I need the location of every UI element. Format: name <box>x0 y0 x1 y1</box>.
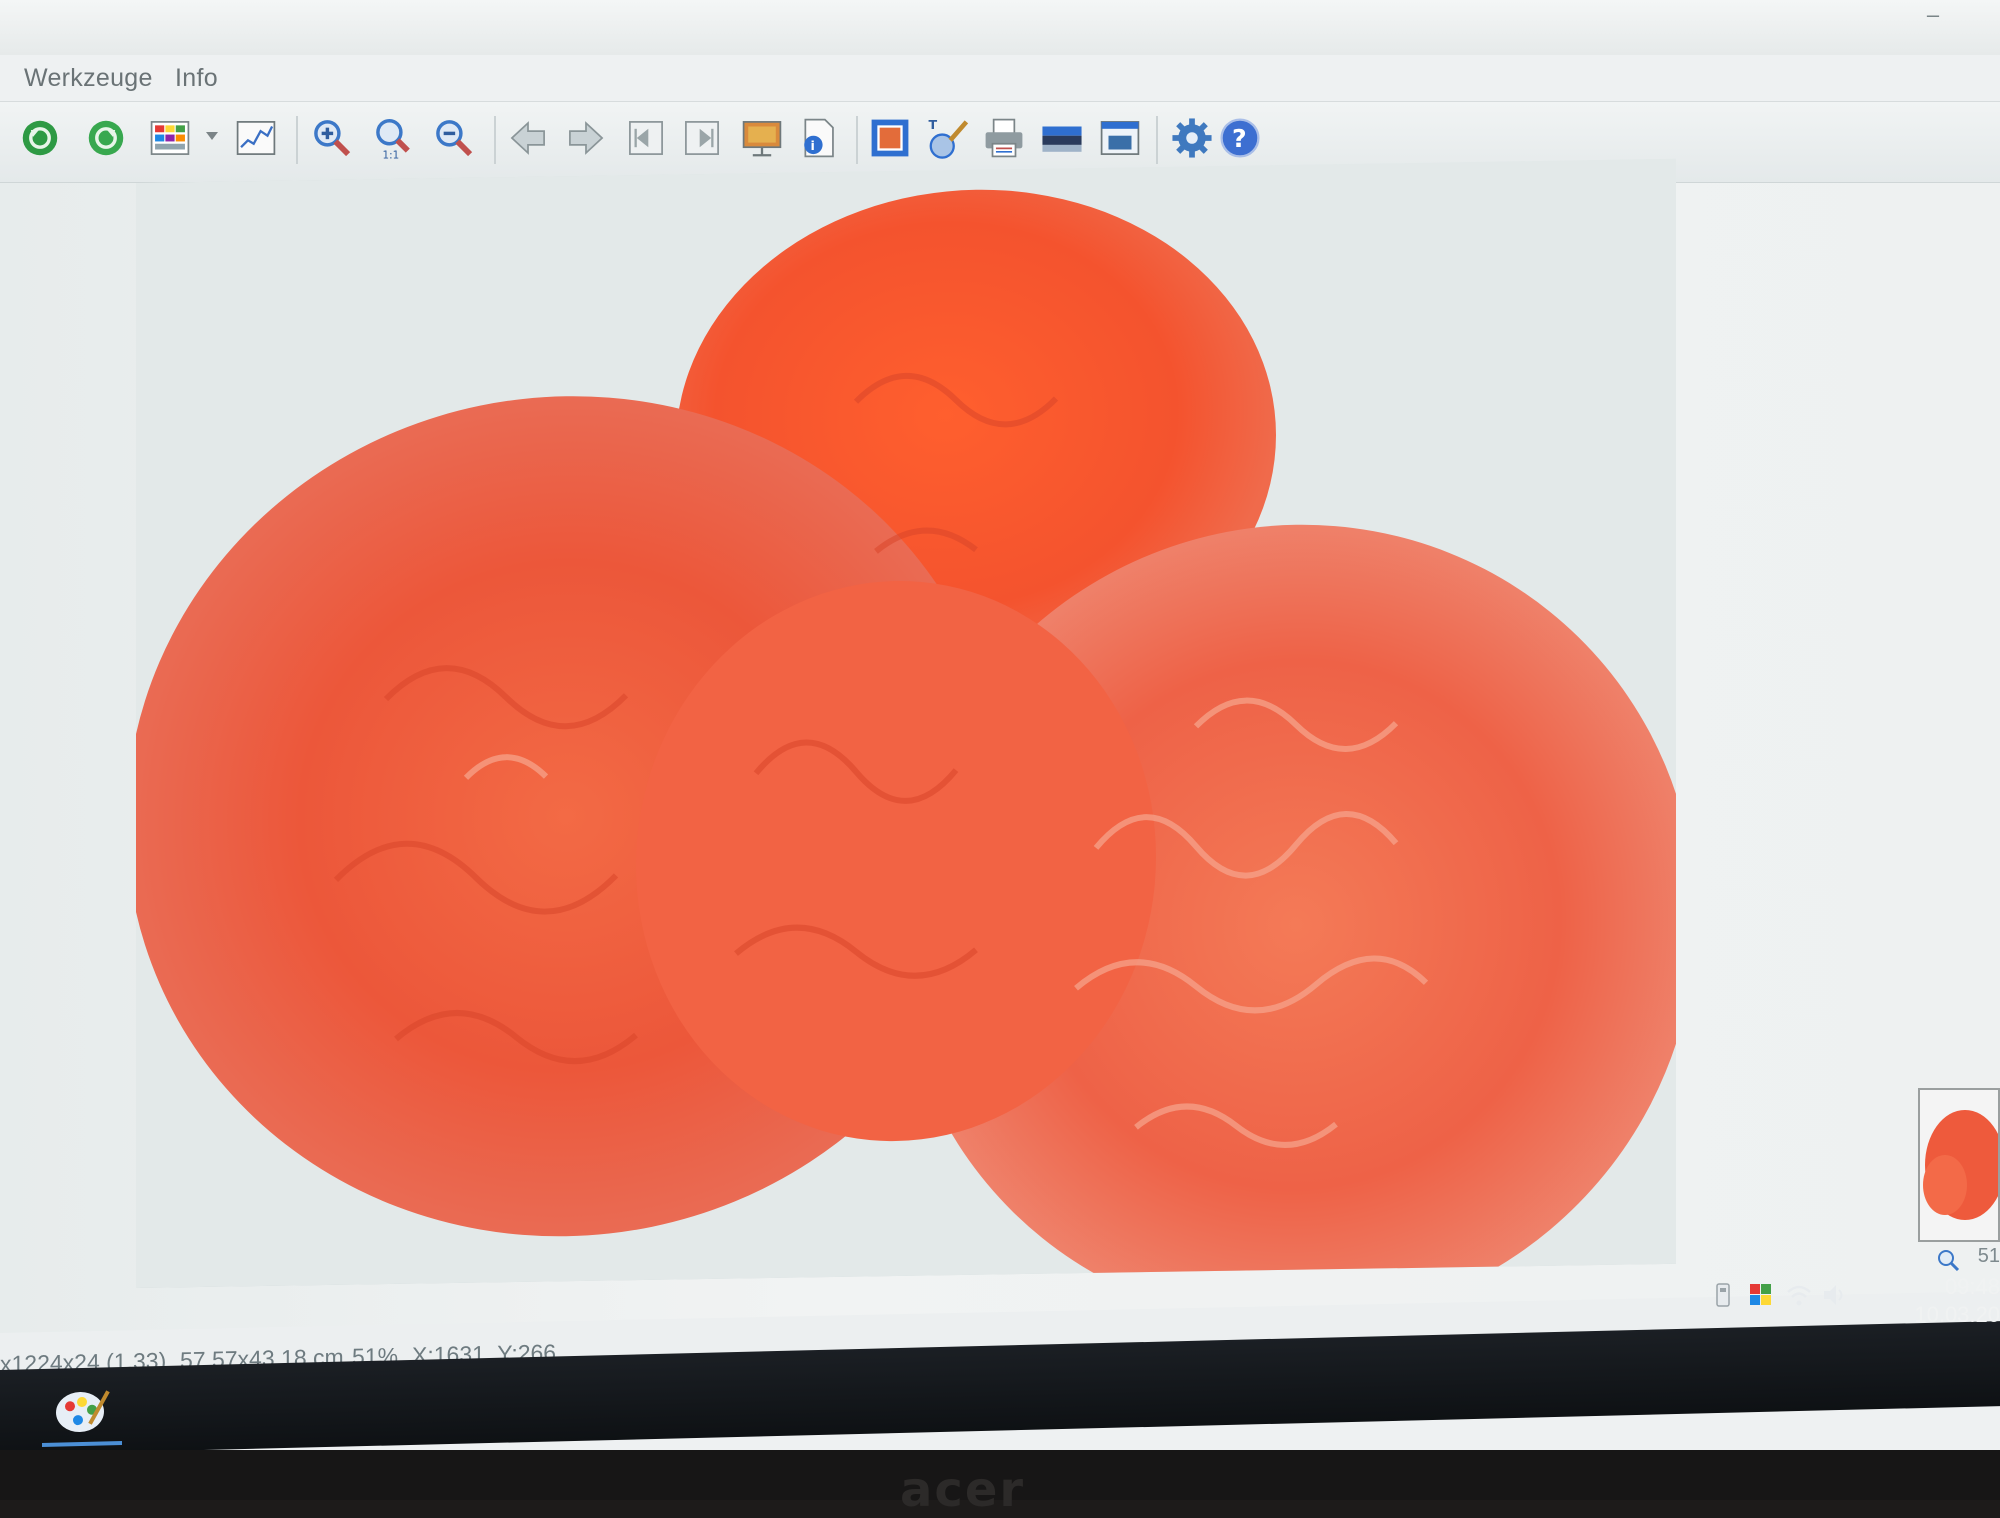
slideshow-button[interactable] <box>736 112 788 164</box>
settings-icon <box>1172 118 1212 158</box>
volume-icon[interactable] <box>1820 1280 1850 1310</box>
fit-to-window-button[interactable] <box>864 112 916 164</box>
svg-text:i: i <box>811 138 815 153</box>
system-tray: 09:48 10.03.20 <box>1700 1270 2000 1340</box>
color-palette-icon <box>150 121 190 155</box>
palette-dropdown-icon[interactable] <box>206 132 218 140</box>
monitor-brand-logo: acer <box>900 1462 1026 1518</box>
toolbar-separator <box>1156 116 1158 164</box>
rotate-right-icon <box>88 120 124 156</box>
help-icon: ? <box>1220 118 1260 158</box>
screenshot-button[interactable] <box>1094 112 1146 164</box>
settings-button[interactable] <box>1166 112 1218 164</box>
properties-icon: i <box>804 118 834 158</box>
thumbnail-image <box>1920 1090 1998 1240</box>
rotate-left-button[interactable] <box>14 112 66 164</box>
zoom-out-icon <box>436 120 473 157</box>
next-button[interactable] <box>560 112 612 164</box>
image-viewport[interactable]: 51 <box>0 158 2000 1333</box>
thumbnail-zoom-label: 51 <box>1977 1245 2000 1267</box>
color-palette-button[interactable] <box>144 112 196 164</box>
displayed-photo[interactable] <box>136 158 1676 1288</box>
last-page-icon <box>685 121 719 155</box>
thumbnail-preview[interactable] <box>1918 1088 2000 1242</box>
print-button[interactable] <box>978 112 1030 164</box>
zoom-fit-icon: 1:1 <box>376 119 410 161</box>
title-bar: – <box>0 0 2000 55</box>
usb-drive-icon[interactable] <box>1708 1280 1738 1310</box>
properties-button[interactable]: i <box>792 112 844 164</box>
print-icon <box>985 118 1023 158</box>
menu-info[interactable]: Info <box>175 64 218 93</box>
scanner-icon <box>1042 126 1082 152</box>
previous-button[interactable] <box>502 112 554 164</box>
action-center-flag-icon[interactable] <box>1746 1280 1776 1310</box>
first-page-button[interactable] <box>620 112 672 164</box>
svg-text:?: ? <box>1232 124 1247 153</box>
scanner-button[interactable] <box>1036 112 1088 164</box>
fit-to-window-icon <box>871 119 909 157</box>
slideshow-icon <box>742 121 782 157</box>
active-app-indicator <box>42 1441 122 1447</box>
zoom-in-button[interactable] <box>306 112 358 164</box>
screenshot-icon <box>1100 121 1140 155</box>
zoom-in-icon <box>314 120 351 157</box>
minimize-button[interactable]: – <box>1918 4 1948 32</box>
svg-text:1:1: 1:1 <box>383 150 400 161</box>
image-viewer-app-icon <box>56 1390 110 1433</box>
first-page-icon <box>629 121 663 155</box>
edit-brush-button[interactable]: T <box>922 112 974 164</box>
rotate-left-icon <box>22 120 58 156</box>
menu-bar: Werkzeuge Info <box>0 55 2000 102</box>
clock-date[interactable]: 10.03.20 <box>1914 1302 2000 1328</box>
help-button[interactable]: ? <box>1214 112 1266 164</box>
menu-werkzeuge[interactable]: Werkzeuge <box>24 64 153 93</box>
zoom-fit-button[interactable]: 1:1 <box>368 112 420 164</box>
thumbnail-zoom-icon[interactable] <box>1936 1248 1960 1272</box>
rotate-right-button[interactable] <box>80 112 132 164</box>
wifi-icon[interactable] <box>1784 1280 1814 1310</box>
toolbar-separator <box>856 116 858 164</box>
next-icon <box>569 121 604 155</box>
previous-icon <box>510 121 545 155</box>
clock-time[interactable]: 09:48 <box>1945 1274 2000 1300</box>
zoom-out-button[interactable] <box>428 112 480 164</box>
histogram-icon <box>236 121 276 155</box>
histogram-button[interactable] <box>230 112 282 164</box>
svg-text:T: T <box>928 117 937 132</box>
taskbar-app-button[interactable] <box>42 1379 122 1449</box>
last-page-button[interactable] <box>676 112 728 164</box>
toolbar-separator <box>494 116 496 164</box>
toolbar-separator <box>296 116 298 164</box>
edit-brush-icon: T <box>928 117 969 159</box>
flower-image <box>136 158 1676 1288</box>
